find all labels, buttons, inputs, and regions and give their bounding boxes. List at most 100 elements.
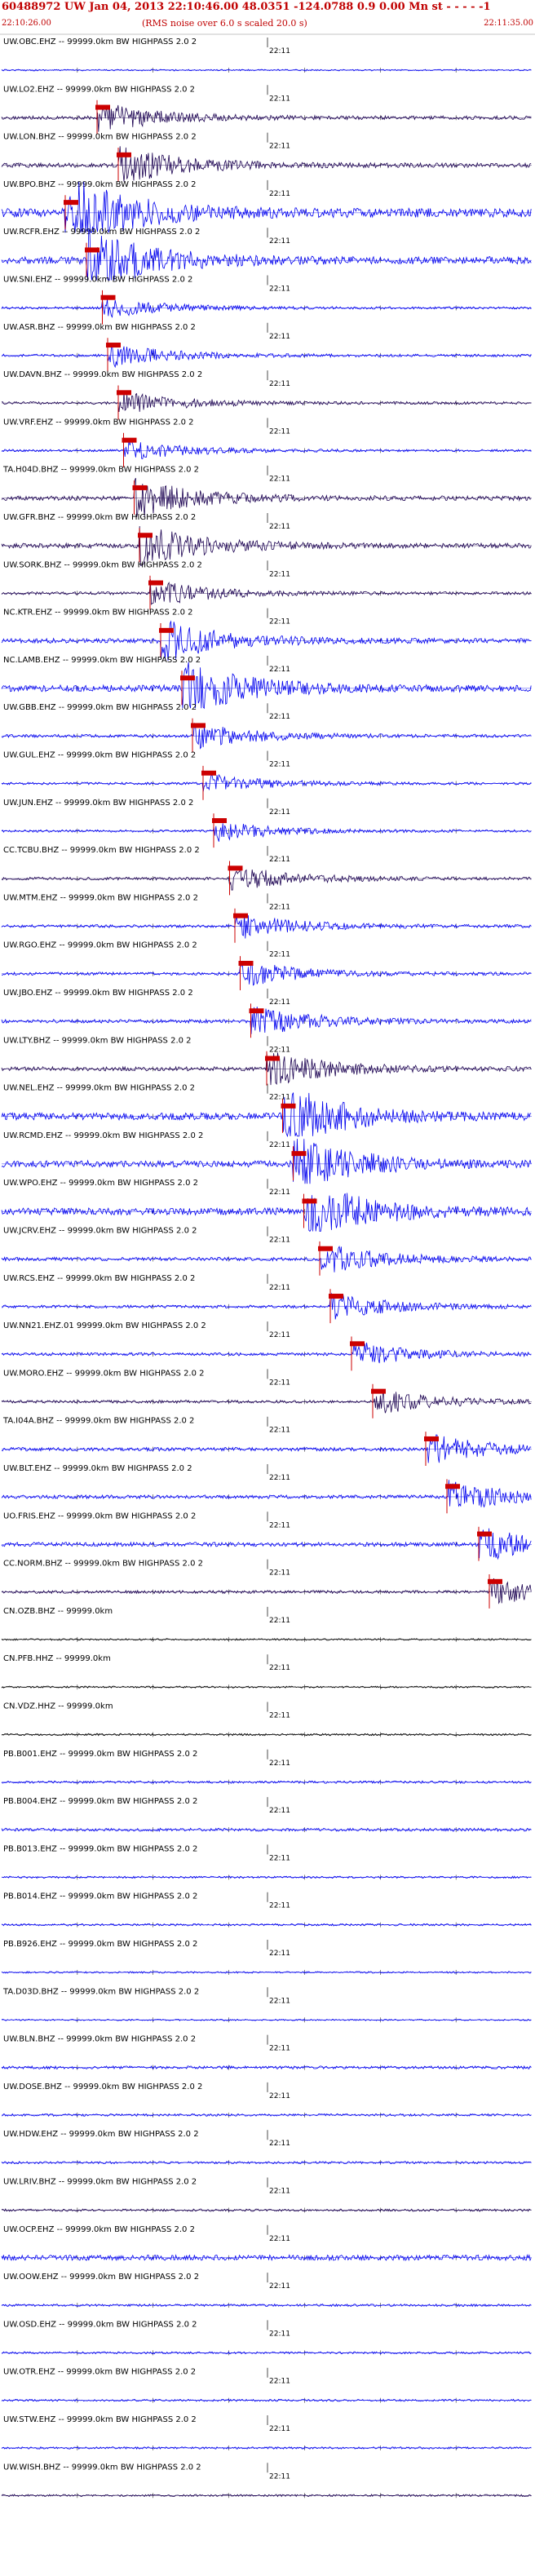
phase-pick-marker (228, 865, 243, 871)
phase-pick-marker (122, 437, 137, 443)
trace-row: UW.RGO.EHZ -- 99999.0km BW HIGHPASS 2.0 … (1, 941, 532, 990)
trace-label: UW.SORK.BHZ -- 99999.0km BW HIGHPASS 2.0… (3, 560, 202, 569)
trace-row: PB.B001.EHZ -- 99999.0km BW HIGHPASS 2.0… (1, 1749, 532, 1785)
minute-tick-label: 22:11 (269, 1854, 290, 1862)
waveform (1, 620, 532, 661)
waveform (1, 344, 532, 369)
minute-tick-label: 22:11 (269, 1664, 290, 1672)
trace-row: UW.BLN.BHZ -- 99999.0km BW HIGHPASS 2.0 … (1, 2034, 532, 2070)
waveform (1, 773, 532, 792)
trace-label: UW.LRIV.BHZ -- 99999.0km BW HIGHPASS 2.0… (3, 2178, 197, 2187)
phase-pick-marker (100, 294, 116, 300)
trace-label: UW.WISH.BHZ -- 99999.0km BW HIGHPASS 2.0… (3, 2463, 201, 2472)
trace-label: UW.RCMD.EHZ -- 99999.0km BW HIGHPASS 2.0… (3, 1131, 203, 1140)
minute-tick-label: 22:11 (269, 1141, 290, 1149)
phase-pick-marker (201, 770, 216, 776)
minute-tick-label: 22:11 (269, 285, 290, 294)
trace-row: UW.DAVN.BHZ -- 99999.0km BW HIGHPASS 2.0… (1, 370, 532, 420)
trace-label: UW.GFR.BHZ -- 99999.0km BW HIGHPASS 2.0 … (3, 513, 196, 522)
minute-tick-label: 22:11 (269, 2472, 290, 2481)
phase-pick-marker (85, 247, 99, 253)
trace-row: UW.SNI.EHZ -- 99999.0km BW HIGHPASS 2.0 … (1, 275, 532, 325)
minute-tick-label: 22:11 (269, 2235, 290, 2243)
waveform (1, 228, 532, 281)
phase-pick-marker (445, 1484, 460, 1489)
trace-row: UW.HDW.EHZ -- 99999.0km BW HIGHPASS 2.0 … (1, 2130, 532, 2166)
trace-row: UW.RCS.EHZ -- 99999.0km BW HIGHPASS 2.0 … (1, 1273, 532, 1324)
minute-tick-label: 22:11 (269, 237, 290, 246)
trace-row: UW.WISH.BHZ -- 99999.0km BW HIGHPASS 2.0… (1, 2463, 532, 2499)
trace-label: UW.NN21.EHZ.01 99999.0km BW HIGHPASS 2.0… (3, 1321, 206, 1330)
minute-tick-label: 22:11 (269, 1950, 290, 1958)
trace-label: UW.BLT.EHZ -- 99999.0km BW HIGHPASS 2.0 … (3, 1464, 192, 1473)
trace-row: TA.H04D.BHZ -- 99999.0km BW HIGHPASS 2.0… (1, 465, 532, 517)
waveform (1, 146, 532, 182)
trace-label: UW.HDW.EHZ -- 99999.0km BW HIGHPASS 2.0 … (3, 2130, 199, 2139)
trace-row: UW.GUL.EHZ -- 99999.0km BW HIGHPASS 2.0 … (1, 750, 532, 800)
phase-pick-marker (329, 1294, 343, 1299)
trace-label: UW.NEL.EHZ -- 99999.0km BW HIGHPASS 2.0 … (3, 1084, 195, 1093)
waveform (1, 1389, 532, 1414)
trace-row: UW.WPO.EHZ -- 99999.0km BW HIGHPASS 2.0 … (1, 1179, 532, 1233)
waveform (1, 1007, 532, 1034)
minute-tick-label: 22:11 (269, 2092, 290, 2100)
minute-tick-label: 22:11 (269, 1902, 290, 1910)
trace-label: UW.JCRV.EHZ -- 99999.0km BW HIGHPASS 2.0… (3, 1227, 197, 1236)
phase-pick-marker (132, 485, 148, 490)
trace-row: UW.LTY.BHZ -- 99999.0km BW HIGHPASS 2.0 … (1, 1036, 532, 1086)
minute-tick-label: 22:11 (269, 476, 290, 484)
minute-tick-label: 22:11 (269, 380, 290, 388)
waveform (1, 392, 532, 412)
minute-tick-label: 22:11 (269, 618, 290, 626)
trace-label: TA.I04A.BHZ -- 99999.0km BW HIGHPASS 2.0… (2, 1417, 194, 1426)
trace-label: UW.LON.BHZ -- 99999.0km BW HIGHPASS 2.0 … (3, 133, 197, 142)
trace-row: UW.VRF.EHZ -- 99999.0km BW HIGHPASS 2.0 … (1, 418, 532, 467)
trace-label: PB.B004.EHZ -- 99999.0km BW HIGHPASS 2.0… (3, 1797, 197, 1806)
trace-label: UW.DAVN.BHZ -- 99999.0km BW HIGHPASS 2.0… (3, 370, 202, 379)
phase-pick-marker (238, 960, 254, 966)
minute-tick-label: 22:11 (269, 761, 290, 769)
minute-tick-label: 22:11 (269, 1712, 290, 1720)
trace-row: UW.LO2.EHZ -- 99999.0km BW HIGHPASS 2.0 … (1, 85, 532, 135)
minute-tick-label: 22:11 (269, 2282, 290, 2291)
trace-label: UW.BLN.BHZ -- 99999.0km BW HIGHPASS 2.0 … (3, 2035, 196, 2044)
waveform (1, 961, 532, 986)
trace-row: CC.NORM.BHZ -- 99999.0km BW HIGHPASS 2.0… (1, 1559, 532, 1609)
phase-pick-marker (318, 1246, 333, 1251)
trace-label: UW.LTY.BHZ -- 99999.0km BW HIGHPASS 2.0 … (3, 1036, 192, 1045)
minute-tick-label: 22:11 (269, 2045, 290, 2053)
phase-pick-marker (424, 1436, 439, 1441)
minute-tick-label: 22:11 (269, 1427, 290, 1435)
trace-row: TA.I04A.BHZ -- 99999.0km BW HIGHPASS 2.0… (1, 1416, 532, 1466)
trace-row: UO.FRIS.EHZ -- 99999.0km BW HIGHPASS 2.0… (1, 1512, 532, 1561)
minute-tick-label: 22:11 (269, 1759, 290, 1768)
phase-pick-marker (95, 104, 110, 110)
trace-label: UO.FRIS.EHZ -- 99999.0km BW HIGHPASS 2.0… (3, 1512, 196, 1520)
phase-pick-marker (371, 1388, 386, 1394)
waveform (1, 823, 532, 842)
minute-tick-label: 22:11 (269, 1997, 290, 2005)
waveform (1, 1528, 532, 1560)
phase-pick-marker (180, 675, 195, 681)
trace-label: CC.NORM.BHZ -- 99999.0km BW HIGHPASS 2.0… (3, 1560, 203, 1569)
trace-label: UW.RCS.EHZ -- 99999.0km BW HIGHPASS 2.0 … (3, 1274, 195, 1283)
minute-tick-label: 22:11 (269, 1284, 290, 1292)
trace-label: UW.RGO.EHZ -- 99999.0km BW HIGHPASS 2.0 … (3, 941, 197, 950)
trace-label: CC.TCBU.BHZ -- 99999.0km BW HIGHPASS 2.0… (3, 846, 200, 855)
minute-tick-label: 22:11 (269, 2188, 290, 2196)
trace-label: CN.VDZ.HHZ -- 99999.0km (3, 1702, 113, 1711)
phase-pick-marker (148, 580, 163, 586)
minute-tick-label: 22:11 (269, 666, 290, 674)
trace-label: UW.ASR.BHZ -- 99999.0km BW HIGHPASS 2.0 … (3, 323, 196, 332)
minute-tick-label: 22:11 (269, 1617, 290, 1625)
trace-label: UW.BPO.BHZ -- 99999.0km BW HIGHPASS 2.0 … (3, 180, 197, 189)
waveform (1, 181, 532, 233)
minute-tick-label: 22:11 (269, 1331, 290, 1339)
waveform (1, 1139, 532, 1184)
waveform (1, 866, 532, 891)
trace-label: TA.H04D.BHZ -- 99999.0km BW HIGHPASS 2.0… (2, 466, 199, 475)
trace-label: UW.SNI.EHZ -- 99999.0km BW HIGHPASS 2.0 … (3, 276, 192, 285)
trace-label: CN.OZB.BHZ -- 99999.0km (3, 1607, 113, 1616)
trace-label: UW.OOW.EHZ -- 99999.0km BW HIGHPASS 2.0 … (3, 2273, 199, 2282)
minute-tick-label: 22:11 (269, 1474, 290, 1482)
